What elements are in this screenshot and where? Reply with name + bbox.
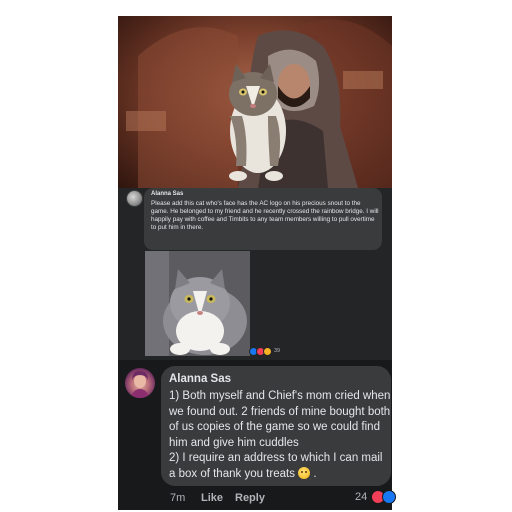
comment-author[interactable]: Alanna Sas: [169, 373, 231, 385]
reply-button[interactable]: Reply: [235, 492, 265, 504]
comment-text: Please add this cat who's face has the A…: [151, 200, 379, 231]
haha-icon: [263, 346, 272, 356]
comment-line-2: 2) I require an address to which I can m…: [169, 452, 383, 480]
like-icon: [382, 490, 397, 504]
comment-author[interactable]: Alanna Sas: [151, 191, 183, 197]
avatar-illustration: [131, 370, 149, 398]
like-button[interactable]: Like: [201, 492, 235, 504]
comment-actions: 7m Like Reply: [170, 492, 265, 504]
reaction-count: 24: [355, 491, 368, 503]
game-art-photo[interactable]: [118, 16, 392, 188]
comment-line-1: 1) Both myself and Chief's mom cried whe…: [169, 390, 391, 449]
attached-cat-photo[interactable]: [145, 251, 250, 356]
reaction-summary[interactable]: 24: [355, 490, 397, 504]
reaction-count: 39: [274, 348, 281, 354]
comment-timestamp[interactable]: 7m: [170, 492, 201, 504]
reaction-summary[interactable]: 39: [249, 346, 280, 356]
game-art-illustration: [126, 19, 392, 188]
cat-photo-illustration: [145, 251, 250, 356]
avatar[interactable]: [125, 368, 155, 398]
comment-text: 1) Both myself and Chief's mom cried whe…: [169, 389, 391, 483]
avatar[interactable]: [126, 190, 143, 207]
comment-line-2-text: 2) I require an address to which I can m…: [169, 452, 383, 480]
smile-emoji-icon: [298, 466, 311, 479]
